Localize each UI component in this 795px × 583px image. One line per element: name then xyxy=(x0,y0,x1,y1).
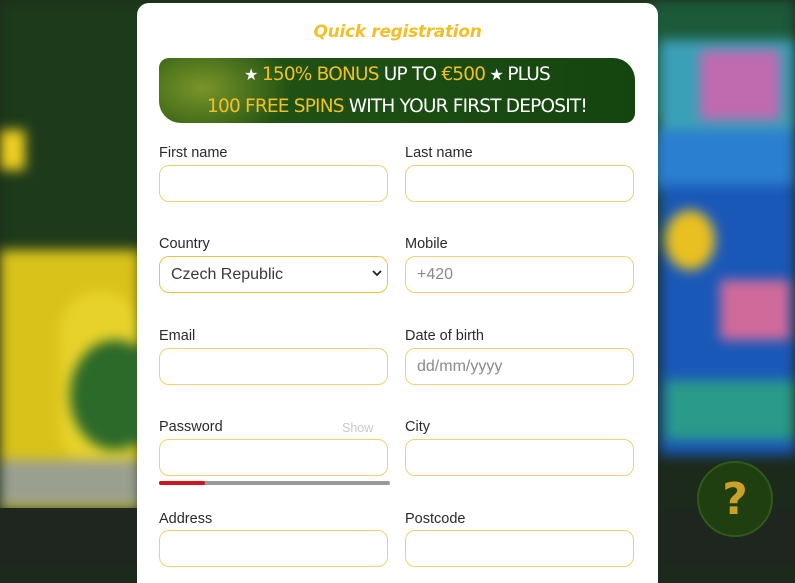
banner-line-1: ★ 150% BONUS UP TO €500 ★ PLUS xyxy=(159,64,635,85)
password-strength-fill xyxy=(159,481,206,485)
banner-line1-segment-4: ★ xyxy=(485,65,508,84)
banner-line1-segment-0: ★ xyxy=(244,65,262,84)
postcode-label: Postcode xyxy=(405,511,466,527)
banner-line2-segment-1: WITH YOUR FIRST DEPOSIT! xyxy=(343,96,588,117)
chevron-down-icon xyxy=(372,270,382,277)
show-password-link[interactable]: Show xyxy=(342,421,373,435)
last-name-input[interactable] xyxy=(405,165,634,202)
dob-input[interactable]: dd/mm/yyyy xyxy=(405,348,634,385)
email-input[interactable] xyxy=(159,348,388,385)
modal-title: Quick registration xyxy=(313,22,482,42)
dob-label: Date of birth xyxy=(405,328,484,344)
city-input[interactable] xyxy=(405,439,634,476)
city-label: City xyxy=(405,419,430,435)
mobile-placeholder: +420 xyxy=(417,266,454,283)
dob-placeholder: dd/mm/yyyy xyxy=(417,358,503,375)
first-name-input[interactable] xyxy=(159,165,388,202)
address-input[interactable] xyxy=(159,530,388,567)
registration-modal: Quick registration ★ 150% BONUS UP TO €5… xyxy=(137,3,658,583)
banner-line1-segment-5: PLUS xyxy=(507,64,550,85)
banner-line1-segment-3: €500 xyxy=(441,64,486,85)
banner-line-2: 100 FREE SPINS WITH YOUR FIRST DEPOSIT! xyxy=(159,96,635,117)
banner-line2-segment-0: 100 FREE SPINS xyxy=(207,96,344,117)
bonus-banner: ★ 150% BONUS UP TO €500 ★ PLUS 100 FREE … xyxy=(159,58,635,123)
address-label: Address xyxy=(159,511,213,527)
password-label: Password xyxy=(159,419,223,435)
password-input[interactable] xyxy=(159,439,388,476)
country-select[interactable]: Czech Republic xyxy=(159,256,388,293)
mobile-input[interactable]: +420 xyxy=(405,256,634,293)
postcode-input[interactable] xyxy=(405,530,634,567)
country-select-value: Czech Republic xyxy=(171,266,284,283)
last-name-label: Last name xyxy=(405,145,473,161)
first-name-label: First name xyxy=(159,145,228,161)
banner-line1-segment-1: 150% BONUS xyxy=(261,64,380,85)
banner-line1-segment-2: UP TO xyxy=(378,64,442,85)
password-strength-bar xyxy=(159,481,390,485)
email-label: Email xyxy=(159,328,196,344)
mobile-label: Mobile xyxy=(405,236,448,252)
help-button[interactable]: ? xyxy=(697,461,773,537)
question-mark-icon: ? xyxy=(722,473,748,525)
country-label: Country xyxy=(159,236,210,252)
